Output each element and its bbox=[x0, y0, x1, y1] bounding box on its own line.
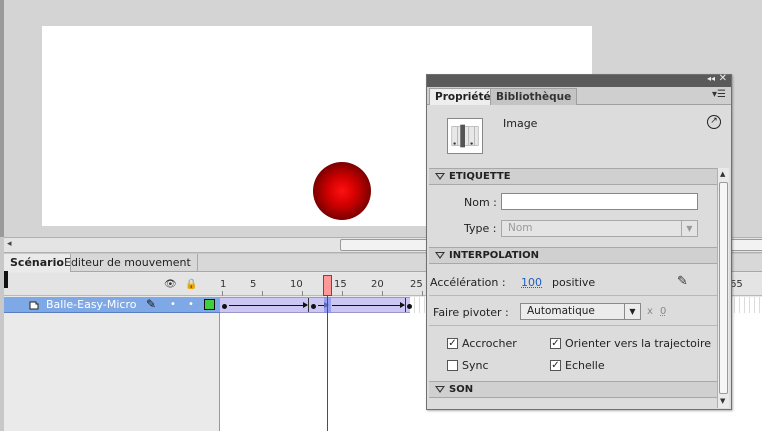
layer-column bbox=[4, 297, 220, 431]
name-input[interactable] bbox=[501, 193, 698, 210]
properties-panel: ◂◂ ✕ Propriétés Bibliothèque ▾☰ Image ↗ … bbox=[426, 73, 732, 410]
rotate-label: Faire pivoter : bbox=[433, 306, 509, 319]
scroll-up-arrow-icon[interactable]: ▲ bbox=[720, 170, 725, 178]
motion-tween-span[interactable] bbox=[220, 297, 412, 313]
section-etiquette[interactable]: ETIQUETTE bbox=[429, 168, 717, 185]
ruler-label: 5 bbox=[250, 279, 257, 290]
rotate-select[interactable]: Automatique ▼ bbox=[520, 303, 641, 320]
ruler-label: 1 bbox=[220, 279, 227, 290]
section-interpolation[interactable]: INTERPOLATION bbox=[429, 247, 717, 264]
dropdown-arrow-icon[interactable]: ▼ bbox=[681, 221, 697, 236]
type-select[interactable]: Nom ▼ bbox=[501, 220, 698, 237]
help-icon[interactable]: ↗ bbox=[707, 115, 721, 129]
close-icon[interactable]: ✕ bbox=[719, 73, 727, 84]
snap-checkbox[interactable]: ✓ bbox=[447, 338, 458, 349]
scale-checkbox[interactable]: ✓ bbox=[550, 360, 561, 371]
scroll-down-arrow-icon[interactable]: ▼ bbox=[720, 397, 725, 405]
name-label: Nom : bbox=[464, 196, 497, 209]
type-label: Type : bbox=[464, 222, 497, 235]
frame-type-label: Image bbox=[503, 117, 538, 130]
tab-library[interactable]: Bibliothèque bbox=[490, 88, 578, 105]
tween-arrow bbox=[229, 302, 308, 308]
orient-to-path-label: Orienter vers la trajectoire bbox=[565, 337, 711, 350]
divider bbox=[429, 325, 717, 326]
panel-vertical-scrollbar[interactable]: ▲ ▼ bbox=[717, 168, 729, 408]
layer-row[interactable]: Balle-Easy-Micro ✎ • • bbox=[4, 297, 220, 313]
sync-checkbox[interactable] bbox=[447, 360, 458, 371]
snap-label: Accrocher bbox=[462, 337, 517, 350]
layer-icon bbox=[29, 301, 39, 310]
keyframe[interactable] bbox=[311, 304, 316, 309]
frame-thumbnail-icon bbox=[447, 118, 483, 154]
edit-pencil-icon[interactable]: ✎ bbox=[677, 274, 688, 289]
panel-titlebar[interactable]: ◂◂ ✕ bbox=[427, 73, 731, 87]
pencil-icon[interactable]: ✎ bbox=[146, 297, 156, 311]
scroll-left-arrow-icon[interactable]: ◂ bbox=[7, 239, 12, 249]
dropdown-arrow-icon[interactable]: ▼ bbox=[624, 304, 640, 319]
acceleration-description: positive bbox=[552, 276, 596, 289]
lock-icon[interactable]: 🔒 bbox=[185, 279, 197, 290]
visibility-dot-icon[interactable]: • bbox=[170, 299, 176, 310]
rotate-count-value[interactable]: 0 bbox=[660, 306, 666, 317]
ruler-label: 25 bbox=[410, 279, 423, 290]
outline-icon[interactable] bbox=[4, 271, 8, 288]
expand-triangle-icon[interactable] bbox=[435, 386, 445, 393]
layer-color-swatch[interactable] bbox=[204, 299, 215, 310]
lock-dot-icon[interactable]: • bbox=[188, 299, 194, 310]
times-sign: x bbox=[647, 306, 653, 317]
eye-icon[interactable]: 👁 bbox=[164, 279, 177, 290]
divider bbox=[429, 295, 717, 296]
panel-menu-icon[interactable]: ▾☰ bbox=[712, 89, 726, 100]
acceleration-label: Accélération : bbox=[430, 276, 506, 289]
acceleration-value[interactable]: 100 bbox=[521, 276, 542, 289]
section-sound[interactable]: SON bbox=[429, 381, 717, 398]
orient-to-path-checkbox[interactable]: ✓ bbox=[550, 338, 561, 349]
keyframe[interactable] bbox=[222, 304, 227, 309]
playhead-line bbox=[327, 296, 328, 431]
expand-triangle-icon[interactable] bbox=[435, 173, 445, 180]
scrollbar-thumb[interactable] bbox=[719, 182, 728, 394]
scale-label: Echelle bbox=[565, 359, 605, 372]
expand-triangle-icon[interactable] bbox=[435, 252, 445, 259]
keyframe[interactable] bbox=[407, 304, 412, 309]
tween-arrow bbox=[332, 302, 405, 308]
panel-tabs: Propriétés Bibliothèque ▾☰ bbox=[427, 87, 731, 105]
tab-motion-editor[interactable]: Editeur de mouvement bbox=[58, 254, 198, 272]
ball-symbol[interactable] bbox=[313, 162, 371, 220]
ruler-label: 15 bbox=[334, 279, 347, 290]
collapse-icon[interactable]: ◂◂ bbox=[707, 74, 715, 83]
ruler-label: 10 bbox=[290, 279, 303, 290]
ruler-label: 20 bbox=[371, 279, 384, 290]
sync-label: Sync bbox=[462, 359, 489, 372]
layer-name[interactable]: Balle-Easy-Micro bbox=[46, 298, 136, 311]
playhead-handle[interactable] bbox=[323, 275, 332, 296]
